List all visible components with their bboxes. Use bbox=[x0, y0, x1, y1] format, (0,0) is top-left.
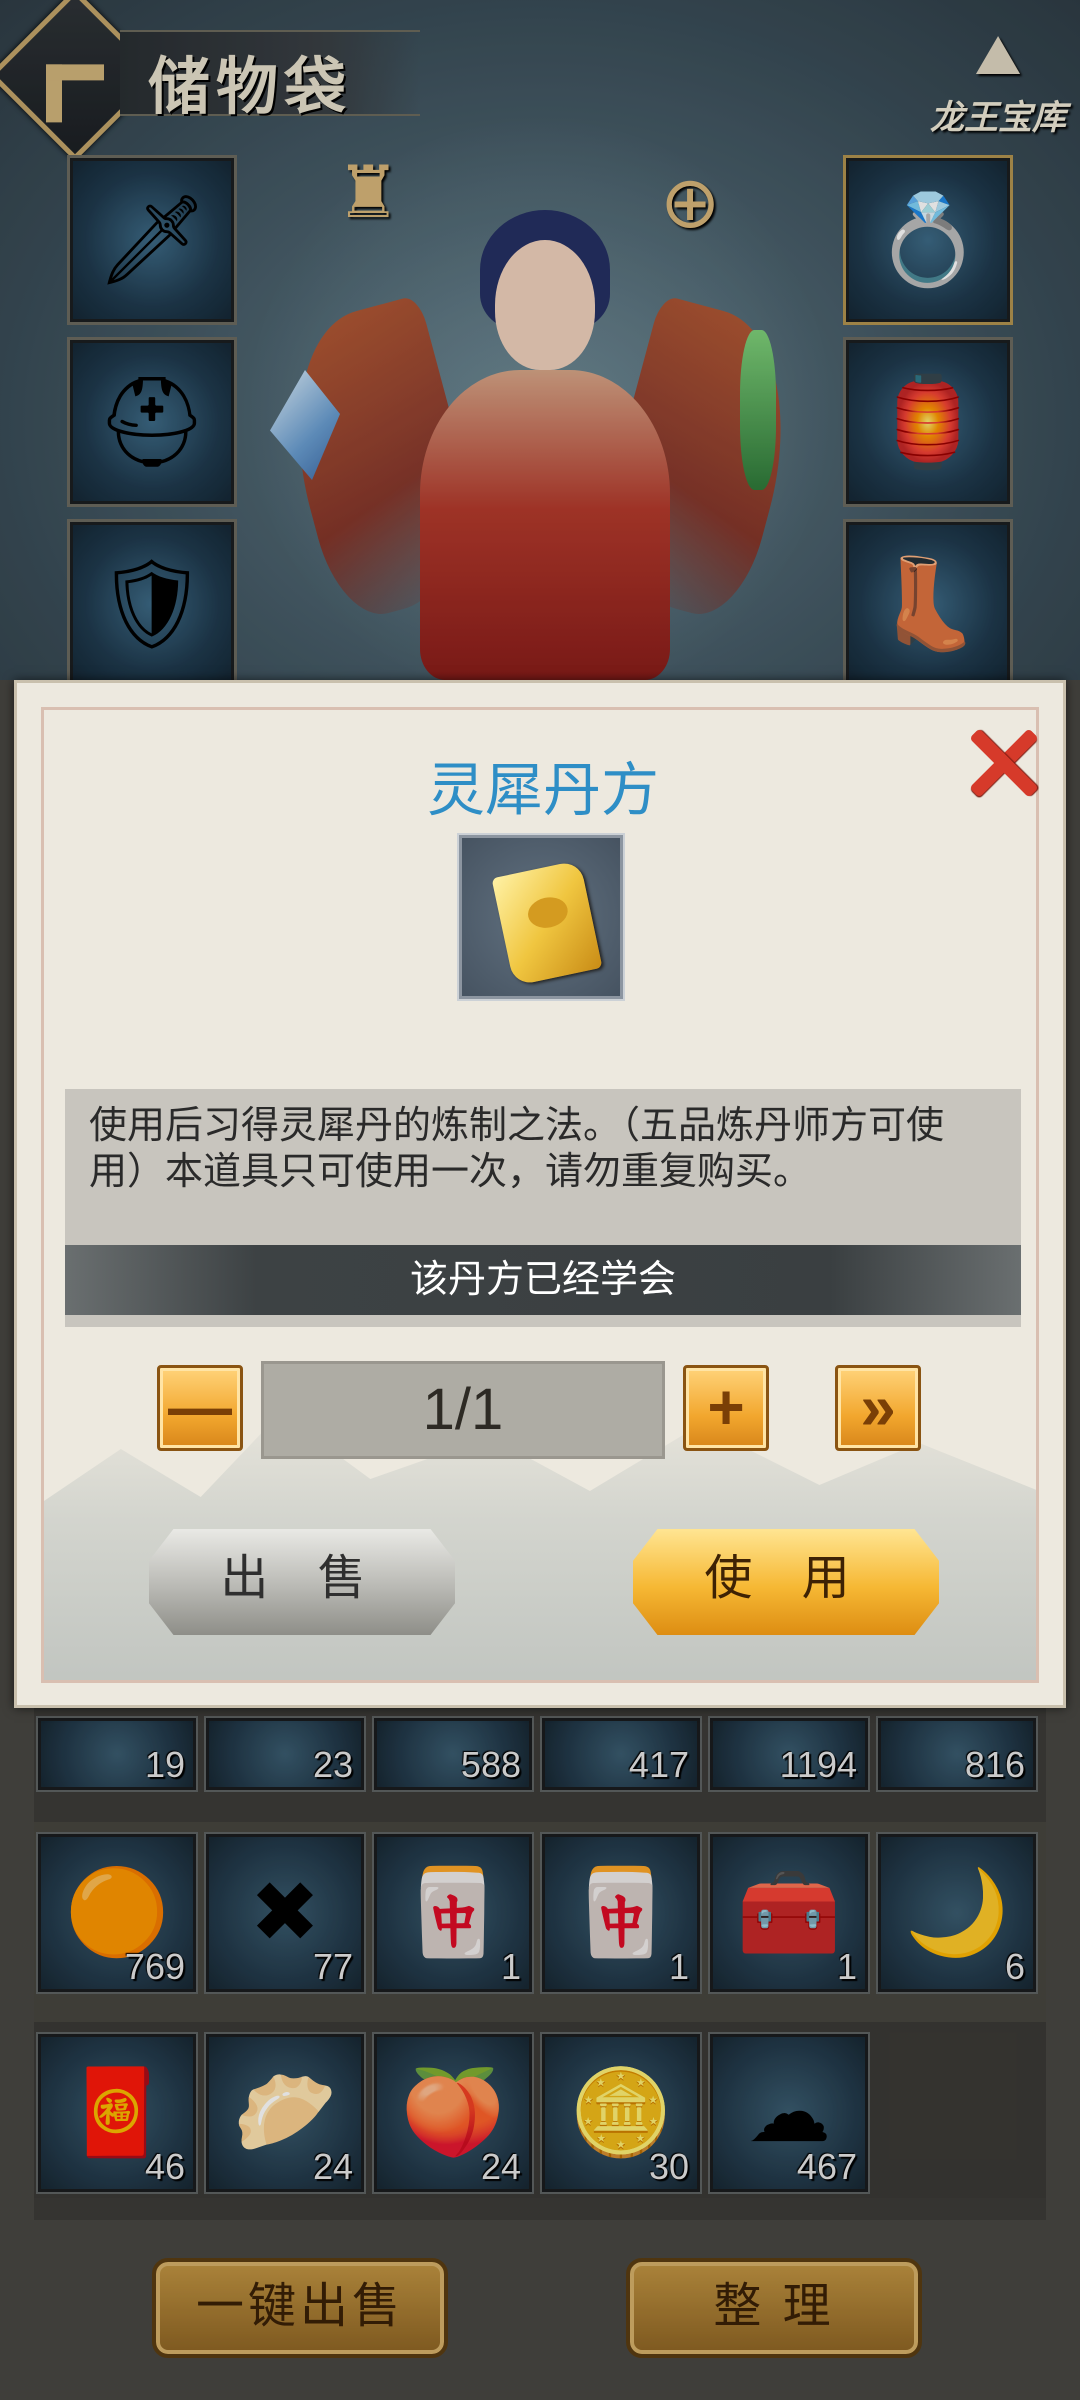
close-icon[interactable] bbox=[967, 727, 1037, 797]
item-description: 使用后习得灵犀丹的炼制之法。（五品炼丹师方可使用）本道具只可使用一次，请勿重复购… bbox=[89, 1105, 945, 1193]
status-bar: 该丹方已经学会 bbox=[65, 1237, 1021, 1327]
sell-button[interactable]: 出 售 bbox=[149, 1529, 455, 1635]
recipe-scroll-icon bbox=[491, 859, 603, 987]
use-button[interactable]: 使 用 bbox=[633, 1529, 939, 1635]
item-icon-frame bbox=[457, 833, 625, 1001]
item-detail-modal: 灵犀丹方 使用后习得灵犀丹的炼制之法。（五品炼丹师方可使用）本道具只可使用一次，… bbox=[14, 680, 1066, 1708]
scroll-seal bbox=[525, 893, 571, 932]
learned-status: 该丹方已经学会 bbox=[65, 1245, 1021, 1315]
modal-title: 灵犀丹方 bbox=[426, 758, 659, 823]
increase-button[interactable]: + bbox=[683, 1365, 769, 1451]
quantity-field[interactable]: 1/1 bbox=[261, 1361, 665, 1459]
decrease-button[interactable]: — bbox=[157, 1365, 243, 1451]
description-box: 使用后习得灵犀丹的炼制之法。（五品炼丹师方可使用）本道具只可使用一次，请勿重复购… bbox=[65, 1089, 1021, 1237]
max-quantity-button[interactable]: » bbox=[835, 1365, 921, 1451]
